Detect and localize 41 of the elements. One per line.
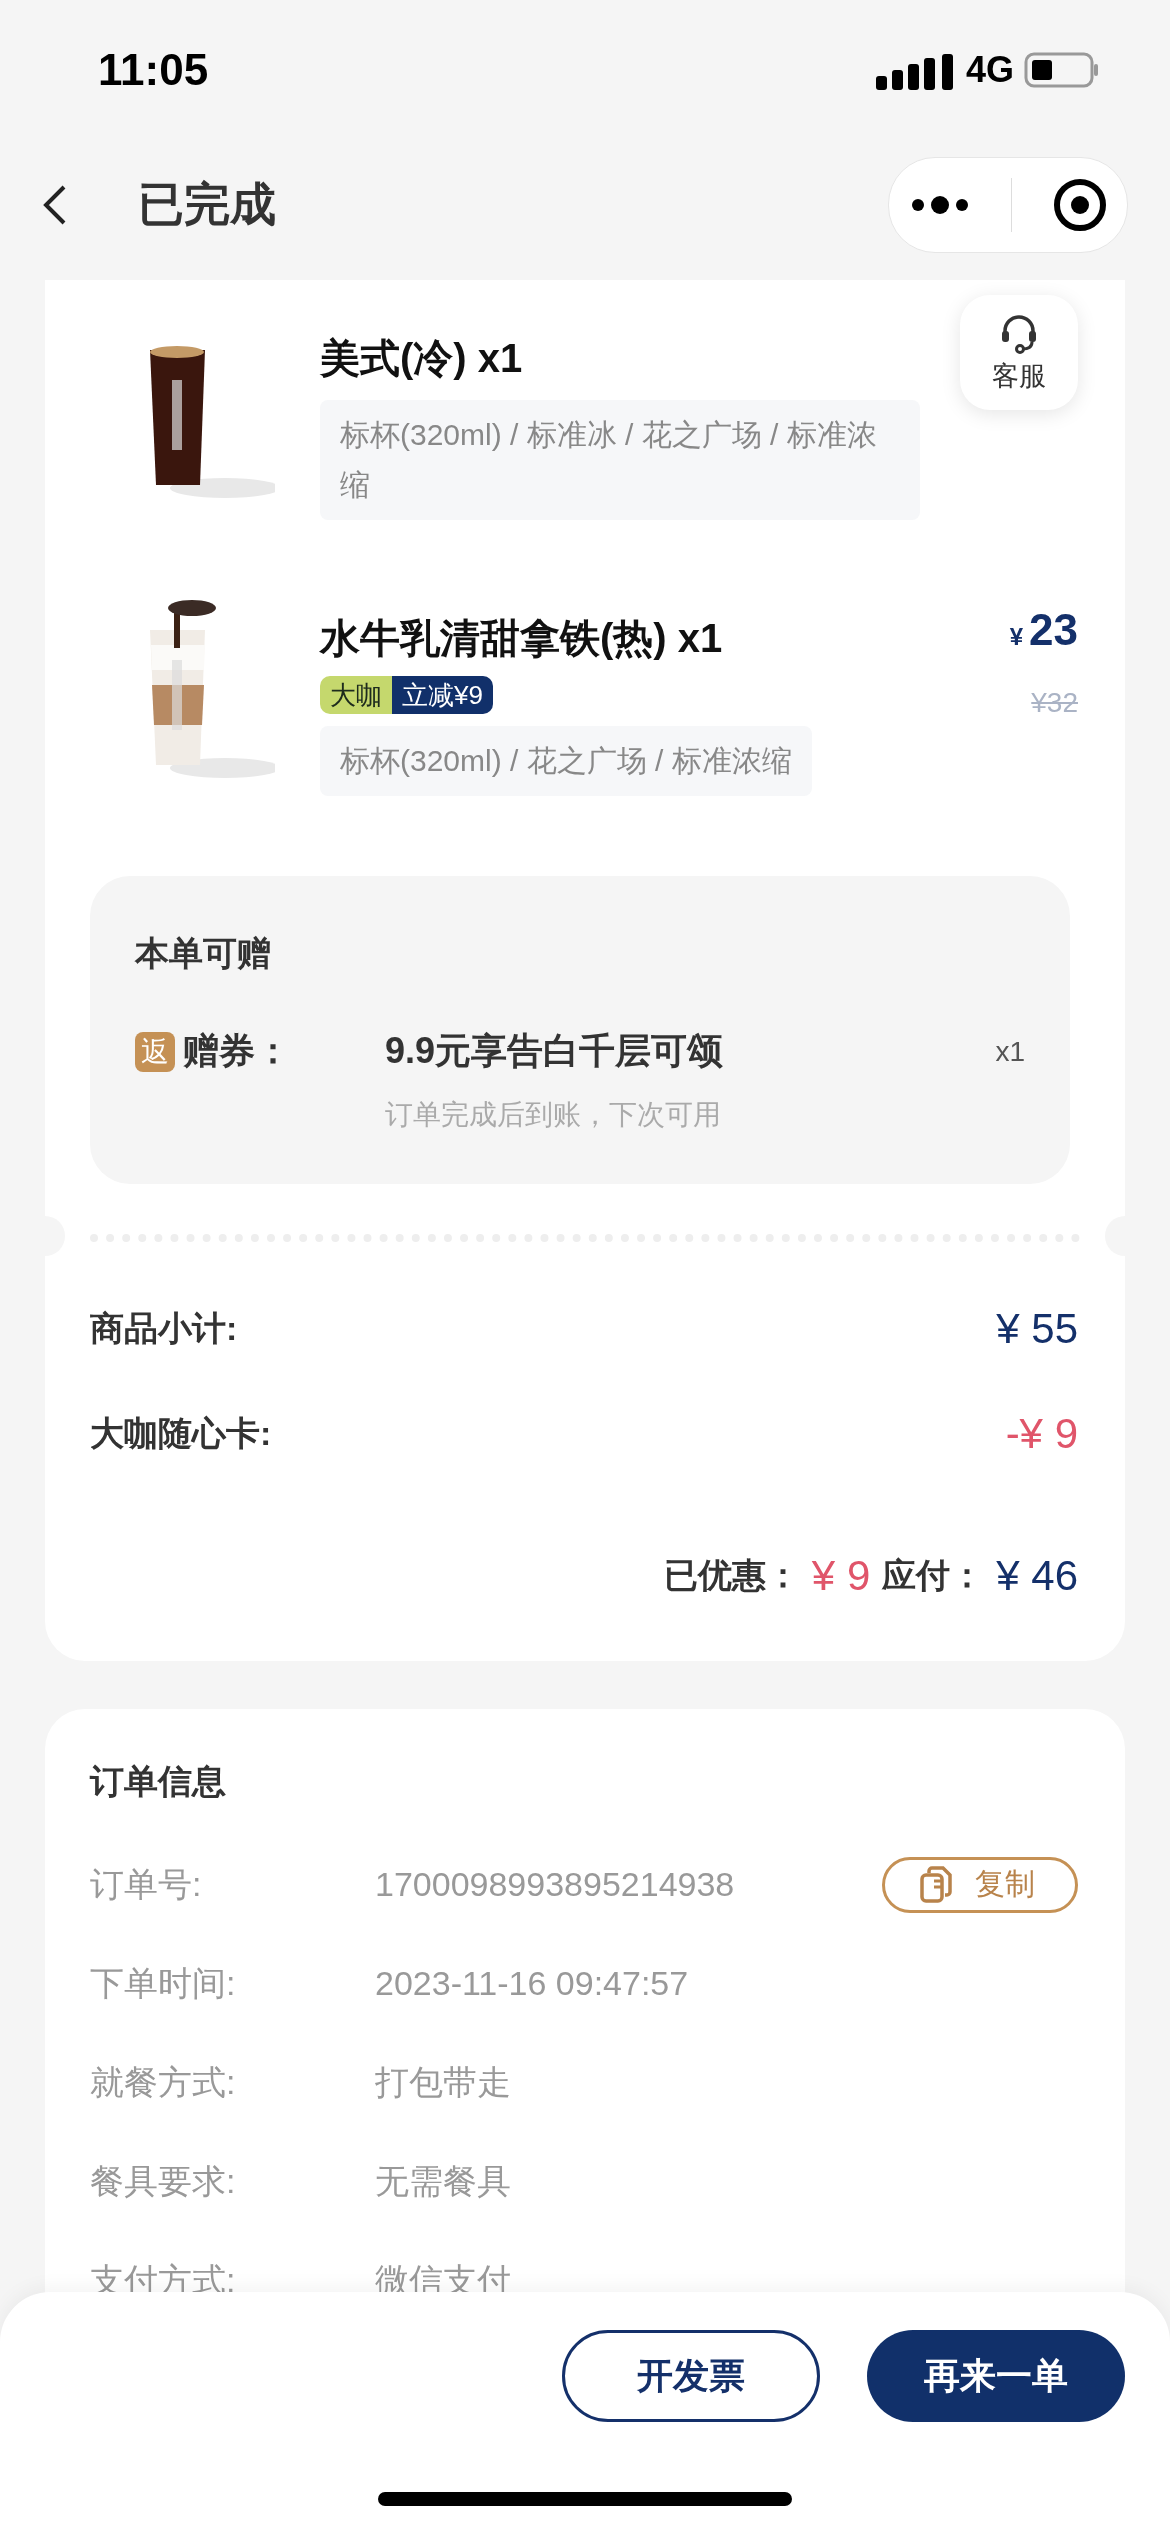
summary-value: ¥ 55 xyxy=(996,1304,1078,1353)
network-label: 4G xyxy=(965,49,1014,91)
customer-service-button[interactable]: 客服 xyxy=(960,295,1078,410)
summary-label: 商品小计: xyxy=(90,1307,238,1349)
info-value: 无需餐具 xyxy=(375,2160,512,2202)
battery-icon xyxy=(1024,52,1100,88)
return-badge: 返 xyxy=(135,1031,175,1072)
info-label: 下单时间: xyxy=(90,1962,237,2004)
info-value: 2023-11-16 09:47:57 xyxy=(375,1964,690,2003)
tag: 立减¥9 xyxy=(392,676,493,714)
product-name: 美式(冷) x1 xyxy=(320,335,523,382)
tag: 大咖 xyxy=(320,676,392,714)
info-value: 1700098993895214938 xyxy=(375,1865,736,1904)
page-title: 已完成 xyxy=(138,177,276,232)
saved-label: 已优惠： xyxy=(663,1555,800,1596)
product-price: ¥23 xyxy=(1009,604,1078,656)
product-options: 标杯(320ml) / 花之广场 / 标准浓缩 xyxy=(320,726,812,796)
section-title: 订单信息 xyxy=(90,1761,227,1802)
coupon-quantity: x1 xyxy=(995,1035,1025,1068)
status-time: 11:05 xyxy=(98,45,209,95)
target-icon[interactable] xyxy=(1052,178,1107,232)
payable-label: 应付： xyxy=(882,1555,985,1596)
info-label: 餐具要求: xyxy=(90,2160,237,2202)
gift-label: 赠券： xyxy=(183,1029,291,1073)
invoice-button[interactable]: 开发票 xyxy=(562,2330,820,2422)
summary-value: -¥ 9 xyxy=(1005,1409,1078,1458)
info-value: 打包带走 xyxy=(375,2061,512,2103)
info-label: 订单号: xyxy=(90,1863,203,1905)
coupon-name: 9.9元享告白千层可颂 xyxy=(385,1029,725,1073)
original-price: ¥32 xyxy=(1031,687,1078,719)
summary-label: 大咖随心卡: xyxy=(90,1412,272,1454)
gift-title: 本单可赠 xyxy=(135,933,272,974)
payable-amount: ¥ 46 xyxy=(996,1552,1078,1600)
product-name: 水牛乳清甜拿铁(热) x1 xyxy=(320,615,723,662)
copy-icon xyxy=(919,1865,953,1904)
reorder-button[interactable]: 再来一单 xyxy=(867,2330,1125,2422)
coupon-note: 订单完成后到账，下次可用 xyxy=(385,1098,722,1132)
info-label: 就餐方式: xyxy=(90,2061,237,2103)
more-icon[interactable] xyxy=(909,195,970,215)
saved-amount: ¥ 9 xyxy=(811,1552,871,1600)
product-options: 标杯(320ml) / 标准冰 / 花之广场 / 标准浓缩 xyxy=(320,400,920,520)
